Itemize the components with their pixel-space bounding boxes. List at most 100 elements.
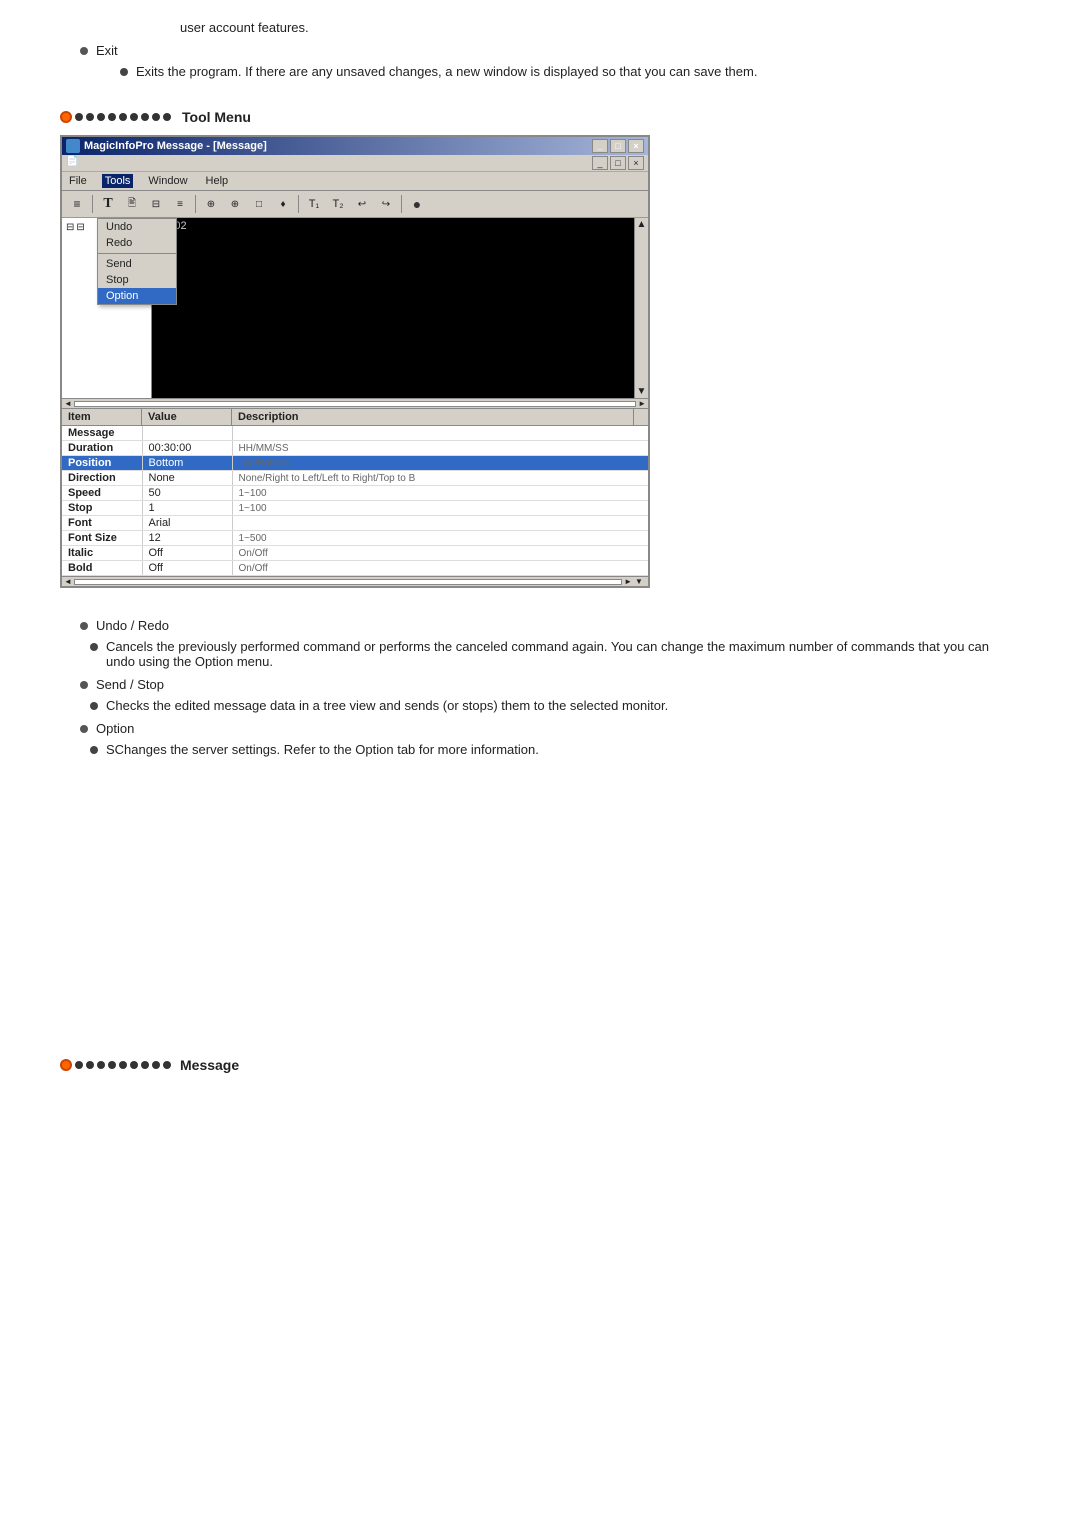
prop-val-bold[interactable]: Off [142,561,232,576]
dot2 [86,113,94,121]
dot9 [163,113,171,121]
toolbar-icon1[interactable]: ≡ [66,193,88,215]
props-scroll-left[interactable]: ◄ [64,577,72,586]
send-desc-bullet [90,702,98,710]
prop-desc-fontsize: 1~500 [232,531,648,546]
prop-item-position: Position [62,456,142,471]
scroll-right[interactable]: ► [638,399,646,408]
sub-restore-button[interactable]: □ [610,156,626,170]
b-dot4 [108,1061,116,1069]
toolbar-icon4[interactable]: ≡ [169,193,191,215]
toolbar-icon2[interactable]: 🖹 [121,193,143,215]
prop-desc-duration: HH/MM/SS [232,441,648,456]
exit-bullet-icon [80,47,88,55]
b-dot2 [86,1061,94,1069]
prop-item-message: Message [62,426,142,441]
window-title: MagicInfoPro Message - [Message] [84,140,267,152]
bottom-section-title: Message [180,1057,239,1073]
menu-window[interactable]: Window [145,174,190,188]
separator1 [92,195,93,213]
app-body: ⊟ ⊟ Undo Redo Send Stop Option #0002 ▲ ▼ [62,218,648,398]
toolbar-undo[interactable]: ↩ [351,193,373,215]
scroll-down[interactable]: ▼ [636,385,648,398]
prop-val-font[interactable]: Arial [142,516,232,531]
prop-item-fontsize: Font Size [62,531,142,546]
dropdown-redo[interactable]: Redo [98,235,176,251]
prop-val-italic[interactable]: Off [142,546,232,561]
toolbar-icon8[interactable]: ♦ [272,193,294,215]
prop-val-speed[interactable]: 50 [142,486,232,501]
bottom-orange-dot [60,1059,72,1071]
separator2 [195,195,196,213]
table-row: Direction None None/Right to Left/Left t… [62,471,648,486]
toolbar-redo[interactable]: ↪ [375,193,397,215]
prop-val-fontsize[interactable]: 12 [142,531,232,546]
menu-sep [98,253,176,254]
menu-file[interactable]: File [66,174,90,188]
b-dot9 [163,1061,171,1069]
table-row: Message [62,426,648,441]
undo-redo-desc: Cancels the previously performed command… [106,639,1020,669]
menu-tools[interactable]: Tools [102,174,134,188]
sub-title: 📄 [66,156,78,170]
toolbar-text[interactable]: T [97,193,119,215]
prop-desc-bold: On/Off [232,561,648,576]
send-stop-label: Send / Stop [80,677,1020,692]
dot8 [152,113,160,121]
b-dot6 [130,1061,138,1069]
toolbar-circle[interactable]: ● [406,193,428,215]
prop-desc-direction: None/Right to Left/Left to Right/Top to … [232,471,648,486]
exit-desc-bullet [120,68,128,76]
col-item: Item [62,409,142,425]
close-button[interactable]: × [628,139,644,153]
toolbar-icon5[interactable]: ⊕ [200,193,222,215]
exit-description: Exits the program. If there are any unsa… [136,64,757,79]
app-icon [66,139,80,153]
prop-item-font: Font [62,516,142,531]
sub-close-button[interactable]: × [628,156,644,170]
props-table: Message Duration 00:30:00 HH/MM/SS Posit… [62,426,648,576]
props-scroll-down[interactable]: ▼ [632,577,646,586]
maximize-button[interactable]: □ [610,139,626,153]
dot5 [119,113,127,121]
prop-desc-italic: On/Off [232,546,648,561]
prop-item-direction: Direction [62,471,142,486]
prop-val-message[interactable] [142,426,232,441]
prop-val-stop[interactable]: 1 [142,501,232,516]
props-scroll-right[interactable]: ► [624,577,632,586]
b-dot1 [75,1061,83,1069]
tool-menu-title: Tool Menu [182,109,251,125]
prop-item-bold: Bold [62,561,142,576]
dropdown-send[interactable]: Send [98,256,176,272]
prop-val-duration[interactable]: 00:30:00 [142,441,232,456]
toolbar-icon6[interactable]: ⊕ [224,193,246,215]
minimize-button[interactable]: _ [592,139,608,153]
title-bar: MagicInfoPro Message - [Message] _ □ × [62,137,648,155]
dropdown-option[interactable]: Option [98,288,176,304]
table-row: Bold Off On/Off [62,561,648,576]
toolbar-icon7[interactable]: □ [248,193,270,215]
sub-minimize-button[interactable]: _ [592,156,608,170]
col-desc: Description [232,409,634,425]
dropdown-stop[interactable]: Stop [98,272,176,288]
prop-item-duration: Duration [62,441,142,456]
b-dot5 [119,1061,127,1069]
menu-bar: File Tools Window Help [62,172,648,191]
prop-desc-position: Top/Bottom [232,456,648,471]
dot3 [97,113,105,121]
dropdown-undo[interactable]: Undo [98,219,176,235]
toolbar-t2[interactable]: T₂ [327,193,349,215]
menu-help[interactable]: Help [203,174,232,188]
prop-item-italic: Italic [62,546,142,561]
toolbar-icon3[interactable]: ⊟ [145,193,167,215]
dot4 [108,113,116,121]
toolbar-t1[interactable]: T₁ [303,193,325,215]
separator3 [298,195,299,213]
scroll-up[interactable]: ▲ [636,218,648,231]
prop-val-direction[interactable]: None [142,471,232,486]
undo-redo-bullet [80,622,88,630]
scroll-left[interactable]: ◄ [64,399,72,408]
table-row: Font Arial [62,516,648,531]
option-label: Option [80,721,1020,736]
prop-val-position[interactable]: Bottom [142,456,232,471]
